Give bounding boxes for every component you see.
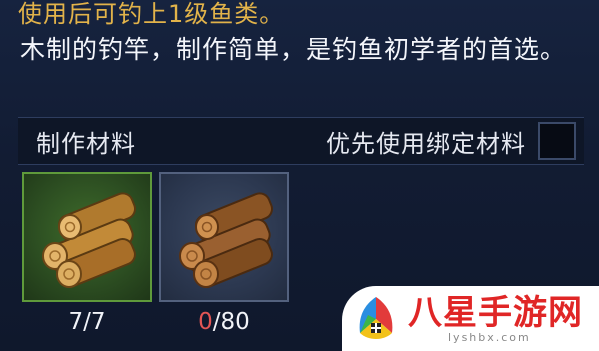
- wood-log-icon: [42, 192, 137, 289]
- priority-bound-toggle[interactable]: 优先使用绑定材料: [326, 122, 576, 160]
- material-slot-1[interactable]: [22, 172, 152, 302]
- item-description: 木制的钓竿，制作简单，是钓鱼初学者的首选。: [20, 35, 567, 64]
- site-watermark: 八星手游网 lyshbx.com: [342, 286, 599, 351]
- priority-bound-checkbox[interactable]: [538, 122, 576, 160]
- wood-log-icon: [179, 192, 274, 289]
- material-count-1: 7/7: [22, 309, 152, 335]
- watermark-text-group: 八星手游网 lyshbx.com: [408, 294, 583, 344]
- count-separator-1: /: [83, 309, 91, 335]
- material-have-1: 7: [68, 309, 84, 335]
- material-need-1: 7: [90, 309, 106, 335]
- priority-bound-label: 优先使用绑定材料: [326, 129, 526, 158]
- material-count-2: 0/80: [159, 309, 289, 335]
- usage-hint-text: 使用后可钓上1级鱼类。: [18, 0, 285, 28]
- materials-title: 制作材料: [36, 129, 136, 158]
- material-slot-2[interactable]: [159, 172, 289, 302]
- watermark-url: lyshbx.com: [448, 330, 531, 344]
- watermark-text: 八星手游网: [408, 292, 583, 333]
- count-separator-2: /: [212, 309, 221, 335]
- material-need-2: 80: [220, 309, 250, 335]
- materials-header: 制作材料 优先使用绑定材料: [18, 117, 584, 165]
- material-have-2: 0: [198, 309, 213, 335]
- watermark-logo-icon: [359, 296, 393, 339]
